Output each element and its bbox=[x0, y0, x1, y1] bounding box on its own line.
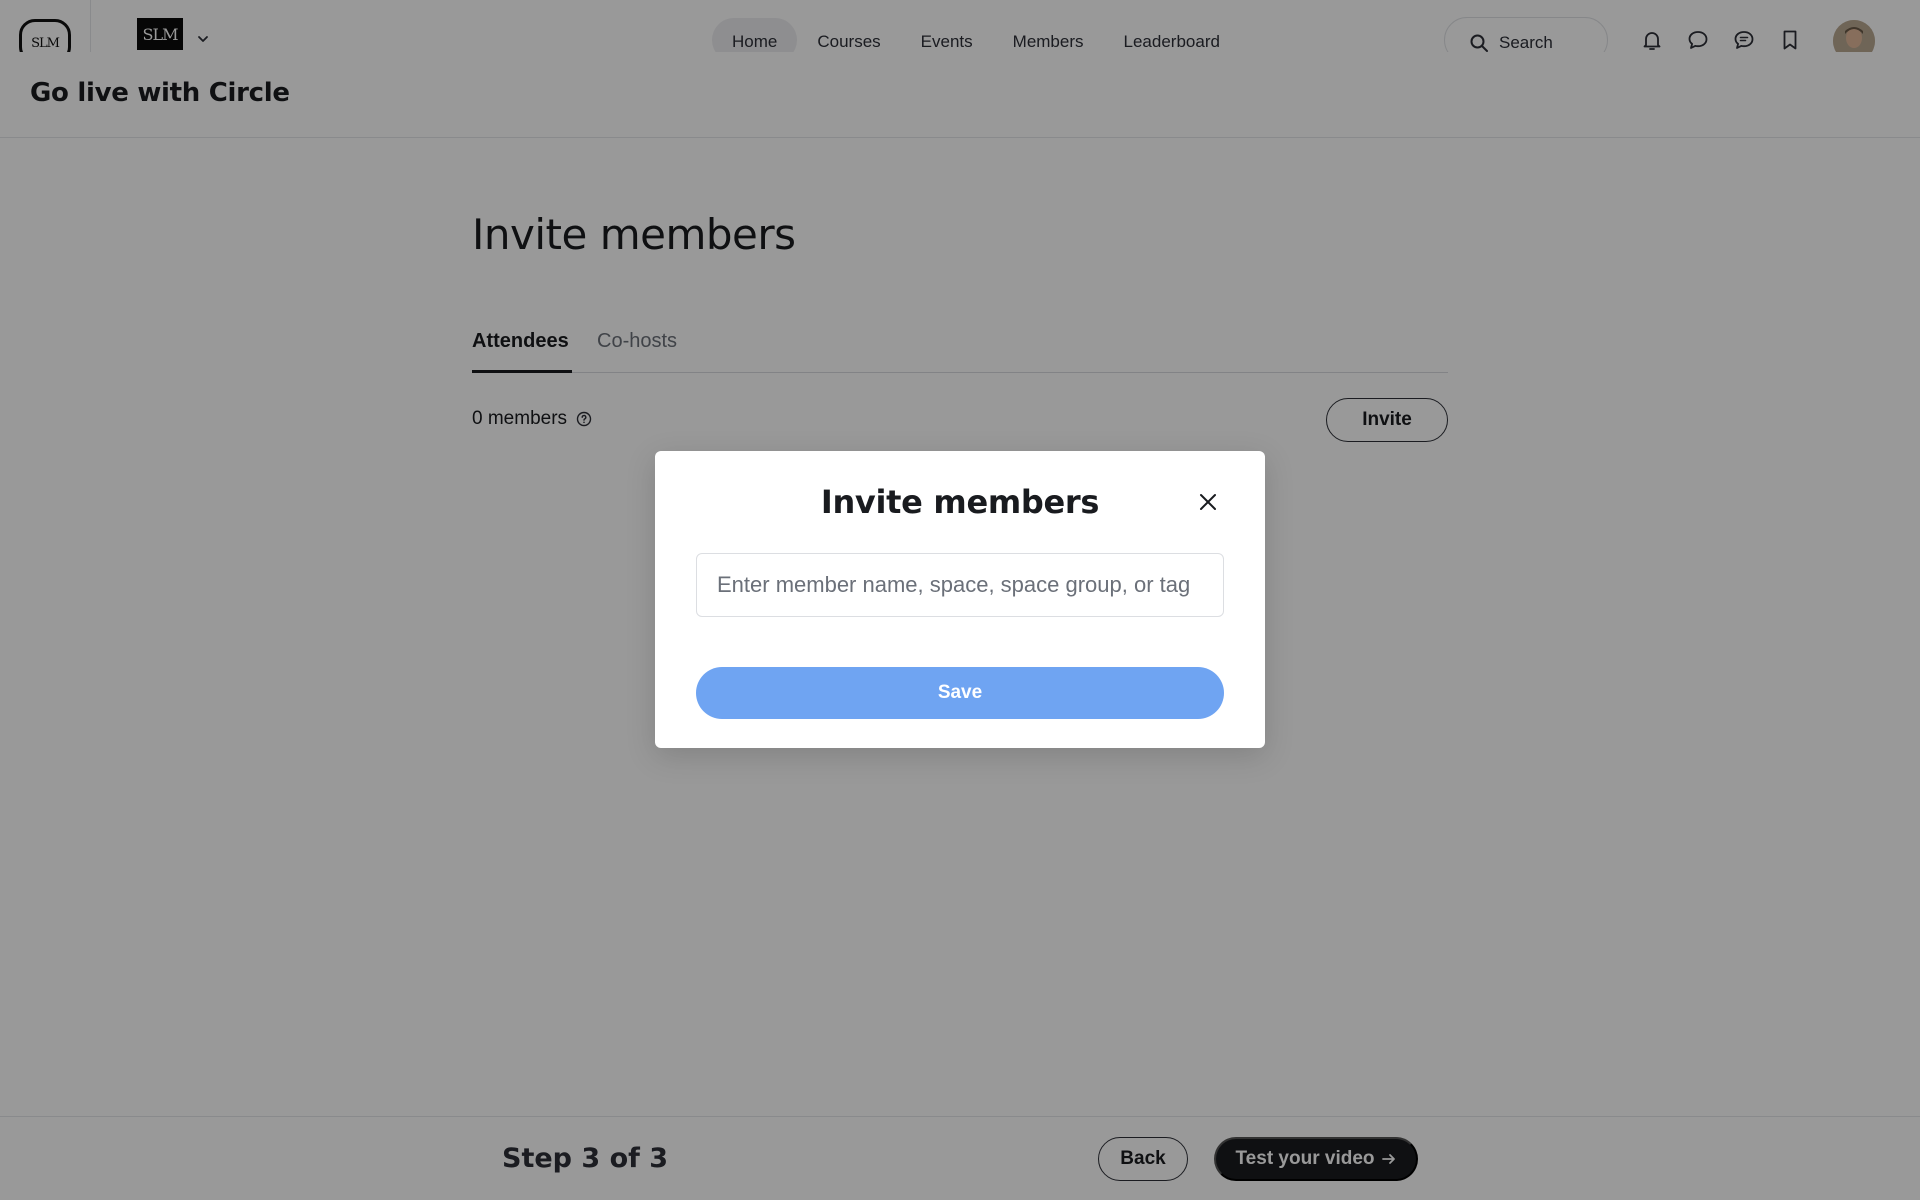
close-icon[interactable] bbox=[1195, 489, 1221, 515]
member-search-input[interactable] bbox=[696, 553, 1224, 617]
invite-members-modal: Invite members Save bbox=[655, 451, 1265, 748]
save-button[interactable]: Save bbox=[696, 667, 1224, 719]
modal-title: Invite members bbox=[820, 483, 1100, 521]
